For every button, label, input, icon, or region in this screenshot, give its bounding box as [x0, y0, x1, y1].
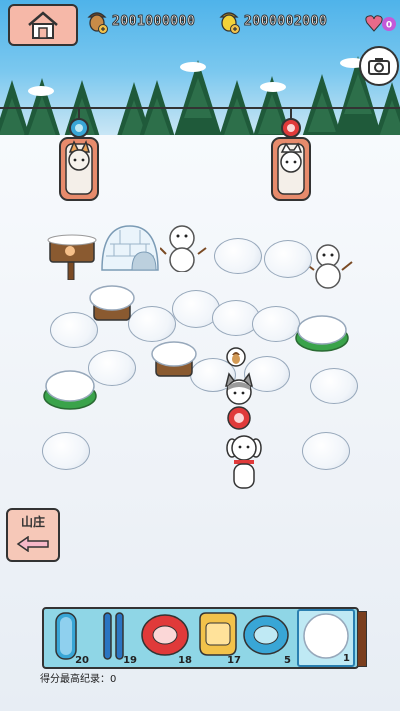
snowball[interactable]	[214, 238, 262, 274]
arrow-left-icon	[16, 536, 49, 552]
snowy-bush[interactable]	[294, 310, 350, 352]
brown-acorn-count: 2001000000	[111, 13, 196, 29]
high-score-label: 得分最高纪录：0	[40, 674, 117, 685]
item-count: 17	[227, 655, 241, 666]
heart-icon: 0	[365, 15, 396, 32]
item-count: 20	[75, 655, 89, 666]
brown-acorn-icon	[87, 12, 108, 34]
lodge-back-button[interactable]: 山庄	[6, 508, 60, 562]
snowman-right	[305, 244, 353, 289]
heart-badge-count: 0	[386, 21, 392, 31]
inventory-slot-blue-tube[interactable]: 5	[242, 609, 294, 667]
snowball[interactable]	[264, 240, 312, 278]
grey-cat-character[interactable]	[220, 372, 258, 434]
thought-bubble-acorn	[226, 347, 246, 367]
inventory-slot-yellow-seat[interactable]: 17	[194, 609, 244, 667]
snowy-stump[interactable]	[88, 284, 136, 324]
acorn-counter-brown: 2001000000	[86, 8, 195, 34]
igloo	[101, 225, 159, 271]
snowball[interactable]	[310, 368, 358, 404]
game-scene	[0, 0, 400, 711]
snowball[interactable]	[252, 306, 300, 342]
snowball[interactable]	[42, 432, 90, 470]
camera-icon	[368, 58, 390, 75]
acorn-counter-gold: 2000002000	[218, 8, 327, 34]
inventory-slot-blue-sled[interactable]: 20	[46, 609, 92, 667]
white-dog-character[interactable]	[224, 432, 264, 492]
snowball[interactable]	[302, 432, 350, 470]
item-count: 1	[343, 653, 350, 664]
lodge-button-label: 山庄	[20, 515, 45, 529]
heart-badge[interactable]: 0	[364, 12, 398, 34]
item-count: 5	[284, 655, 291, 666]
snowy-stump[interactable]	[150, 340, 198, 380]
snowy-bush[interactable]	[42, 366, 98, 410]
ski-lift-chair-left	[59, 108, 99, 201]
inventory-bar: 20 19 18 17 5 1	[42, 607, 359, 669]
gold-acorn-count: 2000002000	[243, 13, 328, 29]
ski-lift-chair-right	[271, 108, 311, 201]
inventory-slot-snowball[interactable]: 1	[297, 609, 355, 667]
top-hud: 2001000000 2000002000 0	[0, 0, 400, 46]
camera-button[interactable]	[359, 46, 399, 86]
snowman-left	[160, 225, 207, 272]
inventory-scroll-marker[interactable]	[357, 611, 367, 667]
inventory-slot-red-tube[interactable]: 18	[139, 609, 195, 667]
gold-acorn-icon	[219, 12, 240, 34]
item-count: 19	[123, 655, 137, 666]
house-icon	[28, 11, 58, 39]
home-button[interactable]	[8, 4, 78, 46]
item-count: 18	[178, 655, 192, 666]
inventory-slot-blue-skis[interactable]: 19	[94, 609, 140, 667]
wooden-sign	[47, 234, 97, 280]
